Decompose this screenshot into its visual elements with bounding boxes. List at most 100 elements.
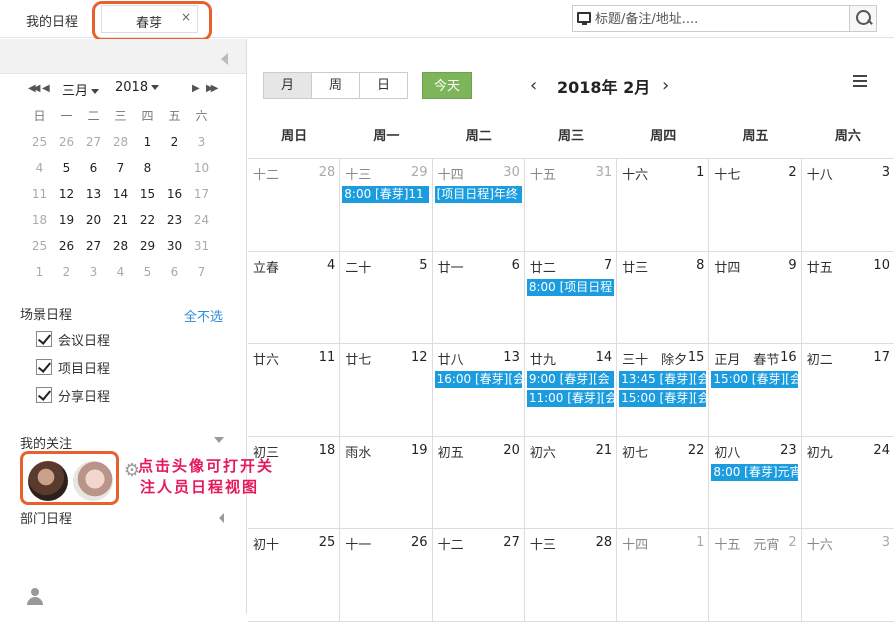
calendar-day-cell[interactable]: 十八 3 (802, 159, 894, 251)
mini-calendar-day[interactable]: 4 (26, 155, 53, 181)
calendar-day-cell[interactable]: 初二 17 (802, 344, 894, 436)
calendar-day-cell[interactable]: 正月 春节 16 15:00 [春芽][会 (709, 344, 802, 436)
prev-month-icon[interactable]: ◀ (42, 83, 50, 94)
mini-calendar-day[interactable]: 29 (134, 233, 161, 259)
mini-calendar-day[interactable]: 24 (188, 207, 215, 233)
view-month-button[interactable]: 月 (263, 72, 312, 99)
prev-month-button[interactable]: ‹ (530, 75, 537, 96)
calendar-event[interactable]: [项目日程]年终 (434, 186, 522, 203)
prev-year-icon[interactable]: ◀◀ (28, 83, 41, 94)
mini-calendar-day[interactable]: 2 (161, 129, 188, 155)
calendar-event[interactable]: 8:00 [项目日程 (526, 278, 614, 296)
today-button[interactable]: 今天 (422, 72, 472, 99)
collapse-sidebar-icon[interactable] (221, 53, 228, 65)
calendar-day-cell[interactable]: 廿九 14 9:00 [春芽][会 11:00 [春芽][会 (525, 344, 618, 436)
calendar-day-cell[interactable]: 初七 22 (617, 436, 710, 528)
mini-calendar-day[interactable]: 20 (80, 207, 107, 233)
calendar-day-cell[interactable]: 十四 1 (617, 529, 710, 621)
mini-calendar-day[interactable]: 5 (53, 155, 80, 181)
mini-calendar-day[interactable]: 23 (161, 207, 188, 233)
calendar-day-cell[interactable]: 初八 23 8:00 [春芽]元宵 (709, 436, 802, 528)
calendar-event[interactable]: 11:00 [春芽][会 (526, 390, 614, 407)
close-icon[interactable]: × (181, 10, 191, 24)
mini-calendar-day[interactable]: 1 (134, 129, 161, 155)
calendar-day-cell[interactable]: 十三 29 8:00 [春芽]11 (340, 159, 433, 251)
avatar[interactable] (73, 461, 113, 501)
calendar-event[interactable]: 8:00 [春芽]11 (342, 186, 430, 203)
mini-calendar-day[interactable]: 3 (80, 259, 107, 285)
mini-calendar-day[interactable]: 21 (107, 207, 134, 233)
calendar-event[interactable]: 9:00 [春芽][会 (526, 371, 614, 388)
mini-calendar-day[interactable]: 16 (161, 181, 188, 207)
calendar-day-cell[interactable]: 十二 27 (433, 529, 525, 621)
calendar-day-cell[interactable]: 十三 28 (525, 529, 618, 621)
mini-calendar-day[interactable]: 11 (26, 181, 53, 207)
calendar-day-cell[interactable]: 十五 31 (525, 159, 618, 251)
mini-calendar-day[interactable]: 12 (53, 181, 80, 207)
mini-calendar-day[interactable]: 17 (188, 181, 215, 207)
mini-calendar-day[interactable]: 7 (188, 259, 215, 285)
calendar-day-cell[interactable]: 初五 20 (433, 436, 525, 528)
mini-calendar-day[interactable]: 28 (107, 233, 134, 259)
calendar-event[interactable]: 8:00 [春芽]元宵 (711, 463, 799, 481)
mini-calendar-day[interactable]: 3 (188, 129, 215, 155)
calendar-day-cell[interactable]: 雨水 19 (340, 436, 433, 528)
calendar-event[interactable]: 15:00 [春芽][会 (711, 371, 799, 388)
mini-calendar-day[interactable]: 26 (53, 233, 80, 259)
mini-calendar-day[interactable]: 8 (134, 155, 161, 181)
calendar-day-cell[interactable]: 廿七 12 (340, 344, 433, 436)
mini-calendar-day[interactable]: 30 (161, 233, 188, 259)
mini-calendar-day[interactable]: 6 (161, 259, 188, 285)
mini-calendar-day[interactable]: 5 (134, 259, 161, 285)
deselect-all-link[interactable]: 全不选 (184, 306, 223, 325)
mini-calendar-day[interactable]: 27 (80, 233, 107, 259)
next-year-icon[interactable]: ▶▶ (206, 83, 219, 94)
search-input[interactable] (595, 9, 845, 29)
calendar-day-cell[interactable]: 廿三 8 (617, 251, 710, 343)
next-month-icon[interactable]: ▶ (192, 83, 200, 94)
mini-calendar-day[interactable]: 26 (53, 129, 80, 155)
mini-calendar-day[interactable]: 7 (107, 155, 134, 181)
calendar-day-cell[interactable]: 十六 3 (802, 529, 894, 621)
month-select[interactable]: 三月 (62, 80, 100, 99)
calendar-day-cell[interactable]: 十一 26 (340, 529, 433, 621)
calendar-day-cell[interactable]: 二十 5 (340, 251, 433, 343)
mini-calendar-day[interactable]: 19 (53, 207, 80, 233)
calendar-day-cell[interactable]: 初九 24 (802, 437, 894, 529)
calendar-day-cell[interactable]: 十六 1 (617, 159, 710, 251)
tab-chunya[interactable]: 春芽 × (101, 5, 198, 33)
calendar-day-cell[interactable]: 三十 除夕 15 13:45 [春芽][会 15:00 [春芽][会 (617, 344, 710, 436)
year-select[interactable]: 2018 (115, 80, 160, 95)
mini-calendar-day[interactable]: 31 (188, 233, 215, 259)
mini-calendar-day[interactable]: 25 (26, 129, 53, 155)
calendar-day-cell[interactable]: 十二 28 (248, 159, 341, 251)
view-week-button[interactable]: 周 (311, 72, 360, 99)
calendar-day-cell[interactable]: 廿一 6 (433, 251, 525, 343)
search-icon[interactable] (849, 6, 876, 31)
calendar-day-cell[interactable]: 廿二 7 8:00 [项目日程 (525, 251, 618, 343)
mini-calendar-day[interactable]: 14 (107, 181, 134, 207)
calendar-day-cell[interactable]: 廿五 10 (802, 252, 894, 344)
calendar-day-cell[interactable]: 十五 元宵 2 (709, 529, 802, 621)
mini-calendar-day[interactable]: 15 (134, 181, 161, 207)
next-month-button[interactable]: › (662, 75, 669, 96)
calendar-day-cell[interactable]: 初六 21 (525, 436, 618, 528)
mini-calendar-today[interactable]: 9 (161, 155, 188, 181)
mini-calendar-day[interactable]: 6 (80, 155, 107, 181)
mini-calendar-day[interactable]: 18 (26, 207, 53, 233)
list-view-icon[interactable] (853, 75, 867, 87)
chevron-left-icon[interactable] (219, 513, 224, 523)
chevron-down-icon[interactable] (214, 437, 224, 443)
calendar-day-cell[interactable]: 立春 4 (248, 251, 341, 343)
mini-calendar-day[interactable]: 28 (107, 129, 134, 155)
mini-calendar-day[interactable]: 1 (26, 259, 53, 285)
tab-my-schedule[interactable]: 我的日程 (26, 11, 78, 30)
calendar-day-cell[interactable]: 廿四 9 (709, 251, 802, 343)
mini-calendar-day[interactable]: 13 (80, 181, 107, 207)
view-day-button[interactable]: 日 (359, 72, 408, 99)
calendar-day-cell[interactable]: 初十 25 (248, 529, 341, 621)
user-icon[interactable] (26, 588, 44, 606)
calendar-event[interactable]: 16:00 [春芽][会 (434, 371, 522, 388)
calendar-day-cell[interactable]: 廿六 11 (248, 344, 341, 436)
avatar[interactable] (28, 461, 68, 501)
